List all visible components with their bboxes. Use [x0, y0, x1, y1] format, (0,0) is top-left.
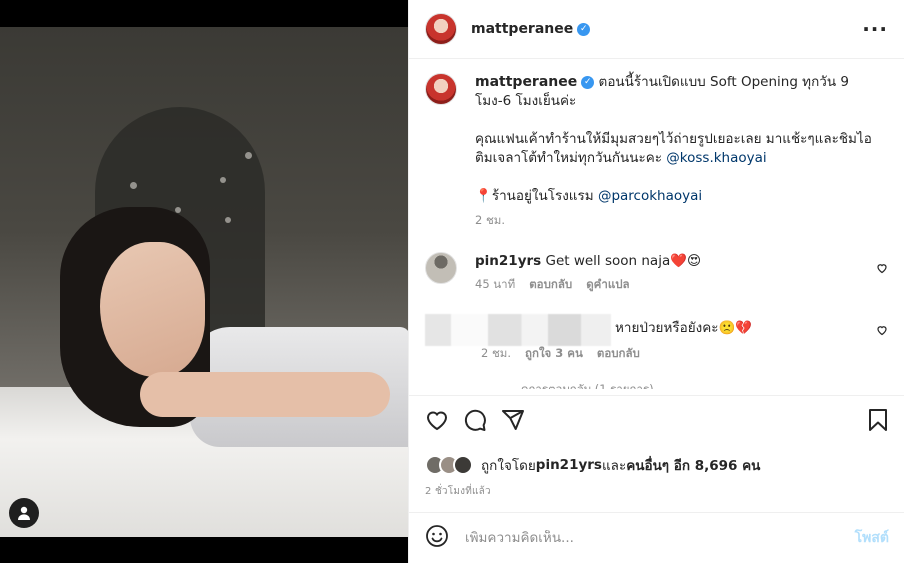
comment-item: หายป่วยหรือยังคะ🙁💔 2 ชม. ถูกใจ 3 คน ตอบก… — [425, 314, 888, 363]
location-text: ร้านอยู่ในโรงแรม — [491, 188, 598, 204]
photo-bokeh — [220, 177, 226, 183]
caption-author[interactable]: mattperanee — [475, 74, 577, 90]
comment-input[interactable] — [465, 530, 855, 546]
caption-time[interactable]: 2 ชม. — [475, 212, 505, 230]
comment-body: หายป่วยหรือยังคะ🙁💔 — [615, 320, 753, 336]
likes-summary: ถูกใจโดย pin21yrs และ คนอื่นๆ อีก 8,696 ค… — [425, 454, 889, 476]
commenter-avatar[interactable] — [425, 252, 457, 284]
author-avatar[interactable] — [425, 13, 457, 45]
comment-likes[interactable]: ถูกใจ 3 คน — [525, 345, 583, 363]
location-pin-icon: 📍 — [475, 188, 492, 204]
action-icons — [425, 408, 889, 436]
view-replies-button[interactable]: ดูการตอบกลับ (1 รายการ) — [425, 381, 888, 389]
likes-others[interactable]: คนอื่นๆ อีก 8,696 คน — [626, 454, 760, 476]
caption-text: mattperanee ✓ ตอนนี้ร้านเปิดแบบ Soft Open… — [475, 73, 875, 206]
comment-meta: 45 นาที ตอบกลับ ดูคำแปล — [475, 276, 701, 294]
post-sidebar: mattperanee ✓ ··· mattperanee ✓ ตอนนี้ร้า… — [408, 0, 904, 563]
caption-meta: 2 ชม. — [475, 212, 875, 230]
verified-badge-icon: ✓ — [581, 75, 595, 89]
post-timestamp[interactable]: 2 ชั่วโมงที่แล้ว — [425, 484, 889, 499]
bookmark-icon[interactable] — [867, 408, 889, 436]
user-tag-icon[interactable] — [9, 498, 39, 528]
comment-body: Get well soon naja❤️😍 — [545, 253, 702, 269]
comment-time[interactable]: 45 นาที — [475, 276, 515, 294]
photo-bokeh — [130, 182, 137, 189]
share-icon[interactable] — [501, 408, 525, 436]
reply-button[interactable]: ตอบกลับ — [597, 345, 640, 363]
comment-item: pin21yrs Get well soon naja❤️😍 45 นาที ต… — [425, 252, 888, 294]
liker-avatars[interactable] — [425, 455, 473, 475]
caption-avatar[interactable] — [425, 73, 457, 105]
add-comment-bar: โพสต์ — [409, 512, 904, 563]
author-username[interactable]: mattperanee — [471, 21, 573, 37]
translate-button[interactable]: ดูคำแปล — [586, 276, 629, 294]
heart-icon[interactable] — [425, 408, 449, 436]
photo-arm — [140, 372, 390, 417]
post-actions: ถูกใจโดย pin21yrs และ คนอื่นๆ อีก 8,696 ค… — [409, 395, 904, 499]
caption: mattperanee ✓ ตอนนี้ร้านเปิดแบบ Soft Open… — [425, 73, 888, 230]
mention-link[interactable]: @koss.khaoyai — [666, 150, 766, 166]
comment-like-icon[interactable] — [876, 262, 888, 278]
hidden-commenter-blur — [425, 314, 611, 346]
reply-button[interactable]: ตอบกลับ — [529, 276, 572, 294]
comment-icon[interactable] — [463, 408, 487, 436]
likes-middle: และ — [601, 458, 627, 474]
comment-meta: 2 ชม. ถูกใจ 3 คน ตอบกลับ — [481, 345, 752, 363]
photo-face — [100, 242, 205, 377]
liker-avatar — [453, 455, 473, 475]
verified-badge-icon: ✓ — [577, 22, 591, 36]
more-options-icon[interactable]: ··· — [862, 17, 888, 41]
liker-username[interactable]: pin21yrs — [536, 457, 602, 473]
post-button[interactable]: โพสต์ — [855, 527, 889, 549]
comment-like-icon[interactable] — [876, 324, 888, 340]
photo-scene — [0, 27, 408, 537]
comment-time[interactable]: 2 ชม. — [481, 345, 511, 363]
photo-bokeh — [225, 217, 231, 223]
emoji-icon[interactable] — [425, 524, 449, 552]
mention-link[interactable]: @parcokhaoyai — [598, 188, 702, 204]
post-header: mattperanee ✓ ··· — [409, 0, 904, 59]
comments-list: mattperanee ✓ ตอนนี้ร้านเปิดแบบ Soft Open… — [409, 59, 904, 395]
commenter-username[interactable]: pin21yrs — [475, 253, 541, 269]
post-photo[interactable] — [0, 0, 408, 563]
photo-bokeh — [245, 152, 252, 159]
likes-prefix: ถูกใจโดย — [481, 458, 536, 474]
comment-text: pin21yrs Get well soon naja❤️😍 — [475, 252, 701, 270]
